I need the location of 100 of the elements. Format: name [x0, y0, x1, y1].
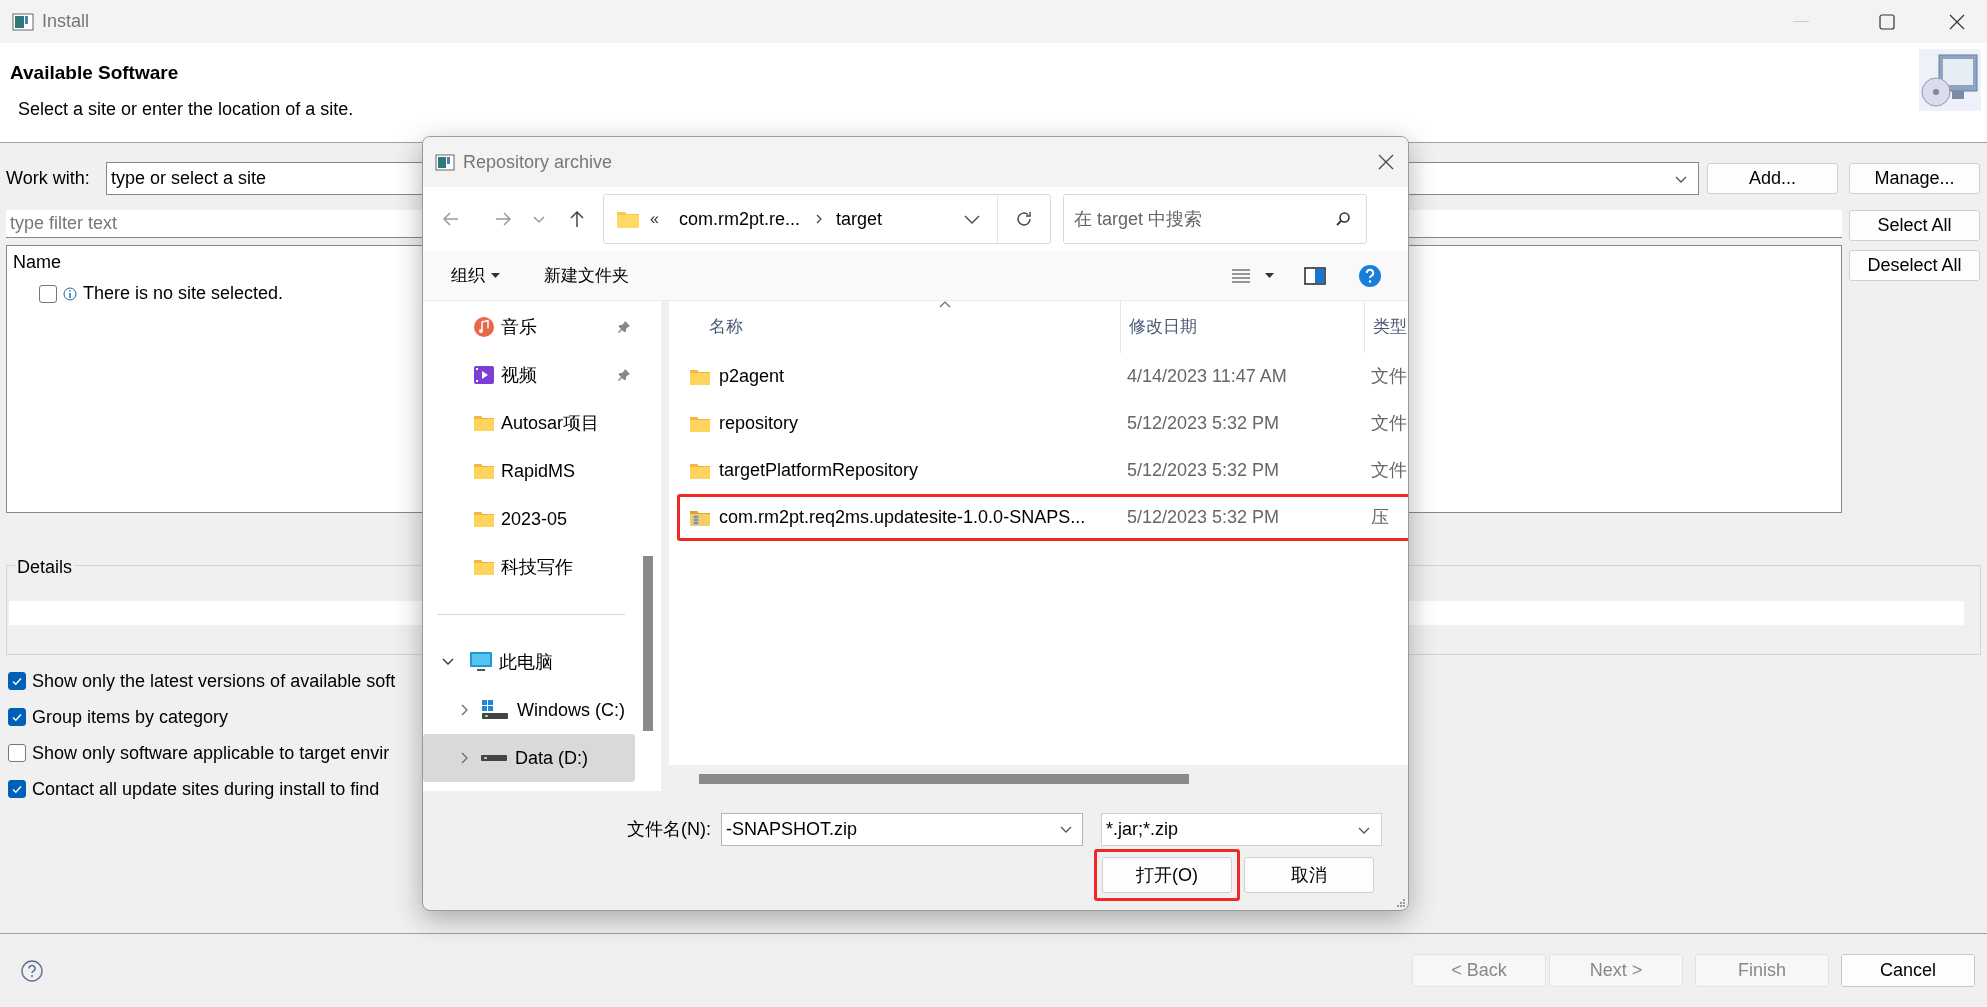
resize-grip-icon [1396, 898, 1406, 908]
preview-pane-icon [1304, 266, 1326, 285]
file-date: 5/12/2023 5:32 PM [1126, 412, 1281, 435]
file-name: p2agent [719, 365, 785, 388]
search-icon [1335, 211, 1351, 227]
file-row[interactable]: p2agent 4/14/2023 11:47 AM 文件 [677, 353, 1408, 400]
nav-item[interactable]: RapidMS [423, 447, 639, 495]
option-label: Group items by category [32, 705, 229, 729]
archive-icon [689, 508, 711, 527]
app-icon [435, 153, 455, 171]
chevron-right-icon [459, 751, 469, 765]
file-name: repository [719, 412, 799, 435]
chevron-down-icon [441, 657, 455, 667]
sort-ascending-icon [939, 301, 951, 308]
address-bar[interactable]: « com.rm2pt.re... target [603, 194, 1051, 244]
nav-item[interactable]: 2023-05 [423, 495, 639, 543]
tree-item-label: There is no site selected. [83, 282, 284, 305]
button[interactable]: Add... [1707, 163, 1838, 194]
file-date: 5/12/2023 5:32 PM [1126, 506, 1281, 529]
scrollbar-thumb[interactable] [643, 556, 653, 731]
button[interactable]: 打开(O) [1102, 857, 1232, 893]
window-title: Install [42, 10, 90, 33]
page-subtitle: Select a site or enter the location of a site. [18, 97, 355, 121]
button[interactable]: Manage... [1849, 163, 1980, 194]
option-label: Show only software applicable to target envir [32, 741, 390, 765]
folder-icon [689, 367, 711, 386]
folder-icon [473, 414, 495, 432]
file-type-combo[interactable]: *.jar;*.zip [1101, 813, 1382, 846]
column-header: Name [13, 251, 61, 274]
folder-icon [616, 209, 640, 229]
nav-item[interactable]: 科技写作 [423, 543, 639, 591]
chevron-right-icon [459, 703, 469, 717]
option-label: Show only the latest versions of available soft [32, 669, 396, 693]
checkbox[interactable] [39, 284, 57, 303]
file-row[interactable]: targetPlatformRepository 5/12/2023 5:32 PM 文件 [677, 447, 1408, 494]
file-row[interactable]: com.rm2pt.req2ms.updatesite-1.0.0-SNAPS... 5/12/2023 5:32 PM 压 [677, 494, 1408, 541]
folder-icon [689, 414, 711, 433]
nav-item[interactable]: 视频 [423, 351, 639, 399]
music-icon [473, 316, 495, 338]
file-date: 5/12/2023 5:32 PM [1126, 459, 1281, 482]
toolbar-button[interactable]: 新建文件夹 [544, 262, 629, 289]
file-type: 文件 [1370, 459, 1407, 482]
file-date: 4/14/2023 11:47 AM [1126, 365, 1288, 388]
field-label: 文件名(N): [627, 818, 712, 841]
field-label: Work with: [5, 167, 91, 190]
folder-icon [473, 510, 495, 528]
maximize-icon [1879, 13, 1895, 30]
file-name: com.rm2pt.req2ms.updatesite-1.0.0-SNAPS... [719, 506, 1086, 529]
dropdown-icon [1265, 273, 1274, 278]
option-label: Contact all update sites during install to find [32, 777, 380, 801]
drive-icon [481, 755, 507, 761]
button[interactable]: 取消 [1244, 857, 1374, 893]
help-icon [1358, 263, 1382, 288]
nav-item[interactable]: 音乐 [423, 303, 639, 351]
button[interactable]: Cancel [1841, 954, 1975, 987]
checkmark-icon [11, 783, 23, 795]
nav-item[interactable]: 此电脑 [423, 638, 639, 686]
video-icon [473, 364, 495, 386]
scrollbar-thumb[interactable] [699, 774, 1189, 784]
toolbar-button[interactable]: 组织 [451, 262, 500, 289]
breadcrumb[interactable]: com.rm2pt.re... [678, 205, 800, 233]
folder-icon [473, 462, 495, 480]
help-icon [21, 959, 43, 982]
button[interactable]: Deselect All [1849, 250, 1980, 281]
chevron-down-icon [963, 214, 981, 224]
nav-item[interactable]: Windows (C:) [423, 686, 635, 734]
checkbox[interactable] [8, 744, 26, 762]
file-type: 文件 [1370, 412, 1407, 435]
folder-icon [689, 461, 711, 480]
pin-icon [617, 368, 631, 382]
dropdown-icon [491, 273, 500, 278]
button[interactable]: Select All [1849, 210, 1980, 241]
folder-icon [473, 558, 495, 576]
checkbox[interactable] [8, 708, 26, 726]
column-header[interactable]: 名称 [669, 301, 1121, 353]
dropdown-icon [1059, 824, 1073, 834]
checkmark-icon [11, 675, 23, 687]
view-menu-icon [1231, 268, 1251, 283]
checkmark-icon [11, 711, 23, 723]
minimize-icon [1793, 20, 1809, 23]
dialog-title: Repository archive [463, 150, 613, 174]
overflow-mark: « [650, 209, 659, 229]
install-drawing [1919, 49, 1981, 111]
computer-icon [469, 651, 493, 673]
file-type: 压 [1370, 506, 1389, 529]
breadcrumb[interactable]: target [835, 205, 882, 233]
column-header[interactable]: 类型 [1365, 301, 1408, 353]
filename-field[interactable]: -SNAPSHOT.zip [721, 813, 1083, 846]
close-icon [1378, 154, 1394, 170]
search-field[interactable]: 在 target 中搜索 [1063, 194, 1367, 244]
close-icon [1949, 13, 1965, 30]
pin-icon [617, 320, 631, 334]
file-row[interactable]: repository 5/12/2023 5:32 PM 文件 [677, 400, 1408, 447]
page-title: Available Software [10, 61, 180, 85]
checkbox[interactable] [8, 780, 26, 798]
drive-icon [481, 699, 509, 721]
column-header[interactable]: 修改日期 [1121, 301, 1365, 353]
nav-item[interactable]: Data (D:) [423, 734, 635, 782]
checkbox[interactable] [8, 672, 26, 690]
nav-item[interactable]: Autosar项目 [423, 399, 639, 447]
